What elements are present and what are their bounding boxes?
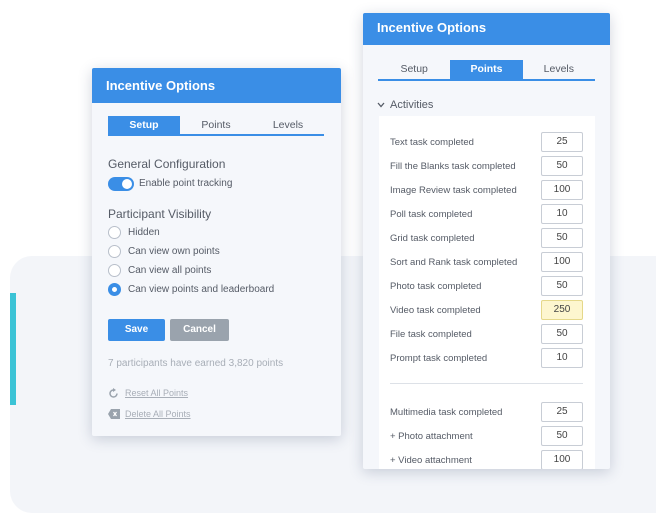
tab-levels[interactable]: Levels [252,116,324,134]
section-divider [390,383,583,384]
panel-title: Incentive Options [363,13,610,45]
activities-list: Text task completed 25 Fill the Blanks t… [379,116,595,469]
delete-all-points-link[interactable]: Delete All Points [125,409,191,419]
activity-points-input[interactable]: 50 [541,324,583,344]
tab-bar: Setup Points Levels [378,60,595,81]
setup-panel: Incentive Options Setup Points Levels Ge… [92,68,341,436]
activity-label: Prompt task completed [390,353,488,364]
radio-view-own-points[interactable] [108,245,121,258]
save-button[interactable]: Save [108,319,165,341]
toggle-label: Enable point tracking [139,178,233,189]
accent-bar [10,293,16,405]
activity-points-input[interactable]: 50 [541,228,583,248]
tab-levels[interactable]: Levels [523,60,595,79]
points-summary: 7 participants have earned 3,820 points [108,358,284,369]
points-panel: Incentive Options Setup Points Levels Ac… [363,13,610,469]
activity-label: Sort and Rank task completed [390,257,518,268]
tab-bar: Setup Points Levels [108,116,324,136]
reset-all-points-link[interactable]: Reset All Points [125,388,188,398]
cancel-button[interactable]: Cancel [170,319,229,341]
activity-label: Poll task completed [390,209,473,220]
toggle-knob [122,179,132,189]
multimedia-label: + Photo attachment [390,431,473,442]
point-tracking-toggle[interactable] [108,177,134,191]
activities-section-label[interactable]: Activities [390,99,433,111]
activity-label: Text task completed [390,137,474,148]
activity-points-input[interactable]: 25 [541,132,583,152]
multimedia-points-input[interactable]: 25 [541,402,583,422]
multimedia-label: Multimedia task completed [390,407,503,418]
radio-view-points-leaderboard[interactable] [108,283,121,296]
chevron-down-icon[interactable] [377,102,385,108]
activity-points-input[interactable]: 100 [541,252,583,272]
multimedia-points-input[interactable]: 50 [541,426,583,446]
activity-label: Video task completed [390,305,481,316]
tab-points[interactable]: Points [450,60,523,79]
activity-points-input[interactable]: 10 [541,348,583,368]
activity-points-input[interactable]: 250 [541,300,583,320]
radio-view-all-points[interactable] [108,264,121,277]
radio-label-hidden: Hidden [128,227,160,238]
delete-icon [108,409,120,419]
activity-label: Fill the Blanks task completed [390,161,516,172]
tab-setup[interactable]: Setup [108,116,180,134]
activity-points-input[interactable]: 50 [541,276,583,296]
radio-label-view-points-leaderboard: Can view points and leaderboard [128,284,275,295]
general-configuration-title: General Configuration [108,157,226,171]
reset-icon [109,388,118,398]
activity-points-input[interactable]: 10 [541,204,583,224]
activity-label: Grid task completed [390,233,475,244]
activity-label: Image Review task completed [390,185,517,196]
activity-label: File task completed [390,329,472,340]
activity-points-input[interactable]: 100 [541,180,583,200]
multimedia-points-input[interactable]: 100 [541,450,583,469]
radio-hidden[interactable] [108,226,121,239]
radio-label-view-own-points: Can view own points [128,246,220,257]
activity-points-input[interactable]: 50 [541,156,583,176]
multimedia-label: + Video attachment [390,455,472,466]
radio-label-view-all-points: Can view all points [128,265,212,276]
tab-setup[interactable]: Setup [378,60,450,79]
participant-visibility-title: Participant Visibility [108,207,212,221]
activity-label: Photo task completed [390,281,482,292]
panel-title: Incentive Options [92,68,341,103]
tab-points[interactable]: Points [180,116,252,134]
